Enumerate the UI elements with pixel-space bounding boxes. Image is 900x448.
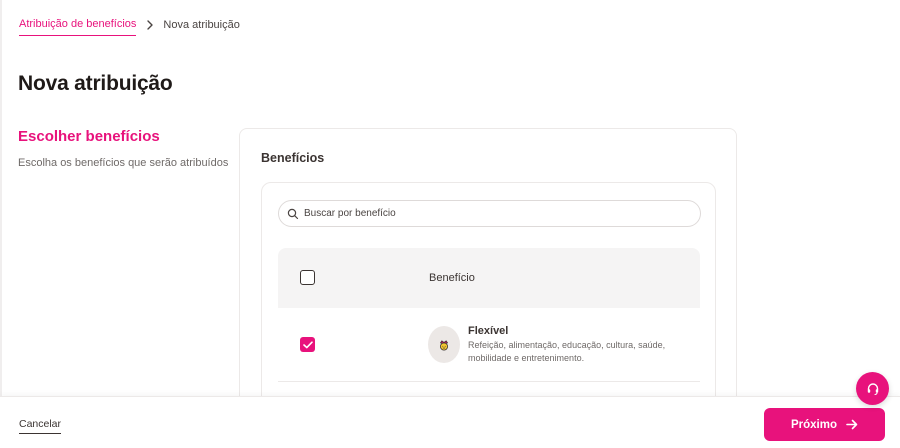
benefit-name: Flexível [468, 325, 509, 337]
checkmark-icon [302, 340, 313, 348]
step-title: Escolher benefícios [18, 128, 160, 145]
benefits-card-title: Benefícios [261, 151, 325, 165]
row-checkbox[interactable] [300, 337, 315, 352]
page-title: Nova atribuição [18, 72, 173, 95]
footer-bar: Cancelar Próximo [0, 396, 900, 448]
step-description: Escolha os benefícios que serão atribuíd… [18, 157, 229, 169]
benefits-card: Benefícios Benefício [239, 128, 737, 432]
table-row[interactable]: Flexível Refeição, alimentação, educação… [278, 308, 700, 382]
column-header-benefit: Benefício [429, 272, 475, 284]
table-header: Benefício [278, 248, 700, 308]
benefits-list-container: Benefício Flexível Refeição, alimentação… [261, 182, 716, 432]
search-input[interactable] [304, 208, 684, 219]
support-button[interactable] [856, 372, 889, 405]
search-field[interactable] [278, 200, 701, 227]
headset-icon [867, 382, 878, 395]
cancel-button[interactable]: Cancelar [19, 418, 62, 434]
arrow-right-icon [846, 419, 858, 430]
search-icon [287, 208, 299, 220]
crown-icon [428, 326, 460, 363]
next-button[interactable]: Próximo [764, 408, 885, 441]
breadcrumb-current: Nova atribuição [163, 18, 240, 31]
benefit-description: Refeição, alimentação, educação, cultura… [468, 340, 666, 363]
breadcrumb: Atribuição de benefícios Nova atribuição [19, 18, 240, 36]
chevron-right-icon [146, 20, 154, 34]
select-all-checkbox[interactable] [300, 270, 315, 285]
next-button-label: Próximo [790, 418, 837, 431]
window-edge [0, 0, 2, 448]
breadcrumb-link-benefits[interactable]: Atribuição de benefícios [19, 18, 137, 36]
